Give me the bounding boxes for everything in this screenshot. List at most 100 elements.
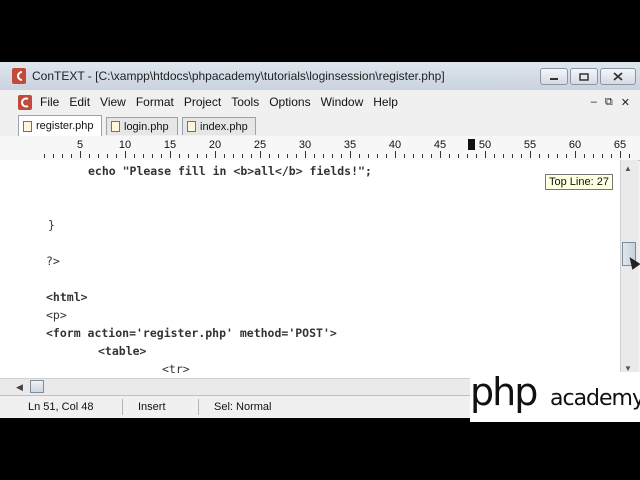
ruler-tick — [287, 154, 288, 158]
ruler-label: 10 — [118, 139, 132, 151]
ruler-tick — [431, 154, 432, 158]
tab-label: login.php — [124, 120, 169, 133]
close-button[interactable] — [600, 68, 636, 85]
menu-file[interactable]: File — [40, 95, 59, 109]
ruler-tick — [215, 151, 216, 158]
ruler-tick — [566, 154, 567, 158]
ruler-tick — [341, 154, 342, 158]
scroll-left-icon[interactable]: ◀ — [16, 382, 23, 393]
tab-register[interactable]: register.php — [18, 115, 102, 136]
ruler-tick — [602, 154, 603, 158]
ruler-tick — [197, 154, 198, 158]
cursor-position: Ln 51, Col 48 — [28, 401, 94, 413]
ruler-tick — [80, 151, 81, 158]
ruler-tick — [278, 154, 279, 158]
ruler-tick — [485, 151, 486, 158]
ruler-tick — [368, 154, 369, 158]
menu-options[interactable]: Options — [269, 95, 310, 109]
ruler-tick — [611, 154, 612, 158]
status-divider — [198, 399, 199, 415]
ruler-tick — [134, 154, 135, 158]
ruler-label: 50 — [478, 139, 492, 151]
ruler-tick — [152, 154, 153, 158]
watermark-academy: academy — [550, 386, 640, 411]
ruler-tick — [305, 151, 306, 158]
ruler-tick — [620, 151, 621, 158]
menu-edit[interactable]: Edit — [69, 95, 90, 109]
ruler-tick — [53, 154, 54, 158]
ruler-label: 65 — [613, 139, 627, 151]
code-editor[interactable]: echo "Please fill in <b>all</b> fields!"… — [0, 160, 620, 378]
ruler-tick — [530, 151, 531, 158]
ruler-tick — [404, 154, 405, 158]
horizontal-scrollbar[interactable]: ◀ — [0, 378, 470, 396]
ruler-tick — [71, 154, 72, 158]
tab-label: register.php — [36, 120, 94, 132]
ruler-tick — [377, 154, 378, 158]
ruler-tick — [413, 154, 414, 158]
minimize-button[interactable] — [540, 68, 568, 85]
ruler-tick — [503, 154, 504, 158]
ruler-tick — [575, 151, 576, 158]
doc-close-icon[interactable]: ✕ — [621, 96, 630, 109]
menu-tools[interactable]: Tools — [231, 95, 259, 109]
tab-login[interactable]: login.php — [106, 117, 178, 135]
menu-project[interactable]: Project — [184, 95, 221, 109]
ruler-tick — [593, 154, 594, 158]
ruler-label: 30 — [298, 139, 312, 151]
ruler-tick — [458, 154, 459, 158]
php-file-icon — [111, 121, 120, 132]
ruler-tick — [260, 151, 261, 158]
php-file-icon — [187, 121, 196, 132]
doc-minimize-icon[interactable]: – — [591, 96, 597, 109]
ruler-tick — [440, 151, 441, 158]
ruler-tick — [314, 154, 315, 158]
insert-mode: Insert — [138, 401, 166, 413]
ruler-tick — [494, 154, 495, 158]
ruler-tick — [89, 154, 90, 158]
ruler-label: 5 — [76, 139, 84, 151]
tab-index[interactable]: index.php — [182, 117, 256, 135]
ruler-label: 45 — [433, 139, 447, 151]
ruler-tick — [296, 154, 297, 158]
document-menu-icon[interactable] — [18, 95, 32, 110]
status-divider — [122, 399, 123, 415]
ruler-tick — [584, 154, 585, 158]
window-title: ConTEXT - [C:\xampp\htdocs\phpacademy\tu… — [32, 69, 445, 83]
horizontal-scroll-thumb[interactable] — [30, 380, 44, 393]
ruler-tick — [512, 154, 513, 158]
title-bar: ConTEXT - [C:\xampp\htdocs\phpacademy\tu… — [0, 62, 640, 91]
doc-restore-icon[interactable]: ⧉ — [605, 96, 613, 109]
ruler-label: 60 — [568, 139, 582, 151]
ruler-tick — [422, 154, 423, 158]
ruler-tick — [557, 154, 558, 158]
ruler-label: 25 — [253, 139, 267, 151]
ruler-label: 35 — [343, 139, 357, 151]
close-icon — [613, 72, 623, 81]
code-line: ?> — [46, 254, 60, 268]
ruler-label: 20 — [208, 139, 222, 151]
code-line: <p> — [46, 308, 67, 322]
ruler-tick — [629, 154, 630, 158]
ruler-tick — [386, 154, 387, 158]
menu-view[interactable]: View — [100, 95, 126, 109]
ruler-tick — [170, 151, 171, 158]
ruler-label: 55 — [523, 139, 537, 151]
menu-help[interactable]: Help — [373, 95, 398, 109]
ruler-tick — [143, 154, 144, 158]
maximize-button[interactable] — [570, 68, 598, 85]
menu-window[interactable]: Window — [321, 95, 364, 109]
phpacademy-watermark: php academy — [470, 370, 640, 422]
ruler-tick — [251, 154, 252, 158]
ruler-tick — [161, 154, 162, 158]
ruler-tick — [359, 154, 360, 158]
php-file-icon — [23, 120, 32, 132]
vertical-scrollbar[interactable]: ▲ ▼ — [620, 160, 638, 378]
maximize-icon — [579, 72, 589, 81]
ruler-tick — [179, 154, 180, 158]
menu-format[interactable]: Format — [136, 95, 174, 109]
ruler-tick — [269, 154, 270, 158]
ruler-tick — [548, 154, 549, 158]
code-line: <table> — [98, 344, 147, 358]
scroll-up-icon[interactable]: ▲ — [624, 164, 632, 173]
